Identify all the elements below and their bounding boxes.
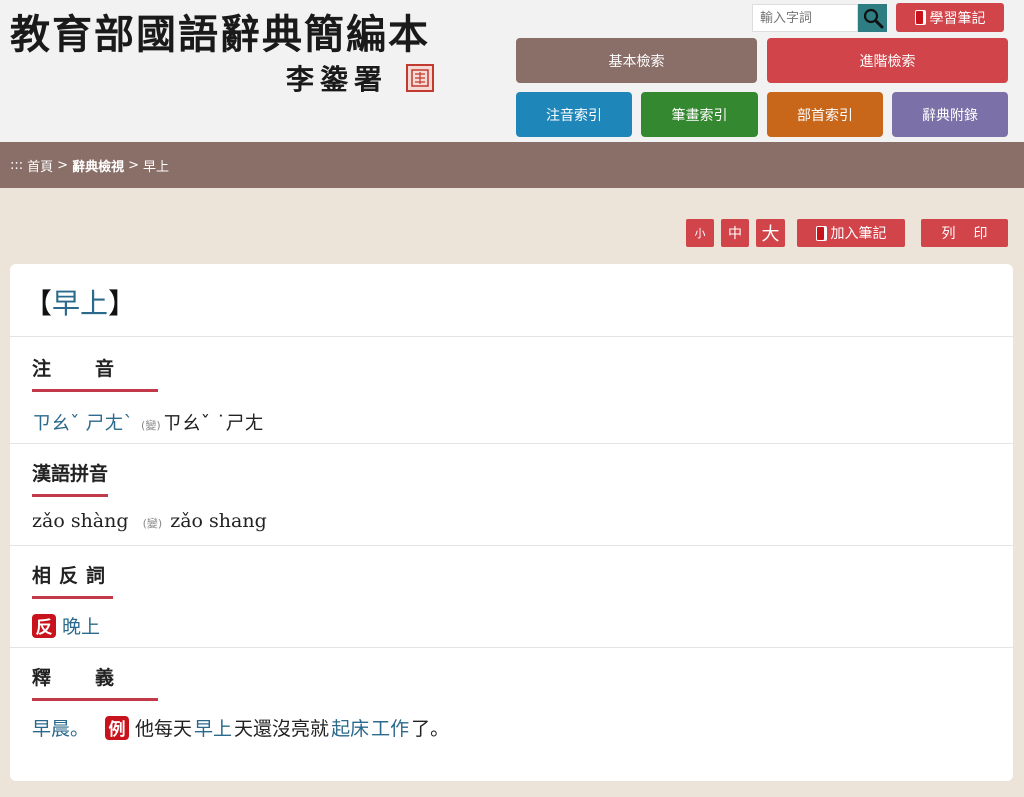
divider (10, 545, 1013, 546)
divider (10, 647, 1013, 648)
study-notes-label: 學習筆記 (929, 10, 986, 27)
antonym-link[interactable]: 晚上 (62, 612, 100, 639)
breadcrumb-dictionary-view-link[interactable]: 辭典檢視 (72, 156, 124, 175)
breadcrumb-separator: > (128, 157, 139, 173)
antonym-section-label: 相反詞 (32, 561, 114, 599)
bracket-open: 【 (24, 287, 53, 320)
radical-index-button[interactable]: 部首索引 (767, 92, 883, 137)
site-header: 教育部國語辭典簡編本 李鍌署 學習筆記 基本檢索 進階檢索 注音索引 筆畫索引 … (0, 0, 1024, 142)
variant-mark: (變) (141, 419, 161, 432)
font-size-medium-button[interactable]: 中 (721, 219, 749, 247)
seal-stamp-icon (406, 64, 434, 92)
zhuyin-index-button[interactable]: 注音索引 (516, 92, 632, 137)
definition-value: 早晨。 例 他每天 早上 天還沒亮就 起床 工作 了。 (32, 714, 449, 741)
add-note-button[interactable]: 加入筆記 (797, 219, 905, 247)
pinyin-value: zǎo shàng (變) zǎo shang (32, 510, 267, 532)
example-tag: 例 (105, 715, 130, 740)
example-text-part: 他每天 (135, 718, 193, 740)
pinyin-primary: zǎo shàng (32, 510, 129, 532)
stroke-index-button[interactable]: 筆畫索引 (641, 92, 758, 137)
variant-mark: (變) (142, 517, 163, 530)
example-link-qichuang[interactable]: 起床 (331, 714, 369, 741)
entry-word: 早上 (52, 287, 109, 320)
antonym-tag: 反 (32, 613, 56, 638)
entry-card: 【早上】 注音 ㄗㄠˇ ㄕㄤˋ (變) ㄗㄠˇ ˙ㄕㄤ 漢語拼音 zǎo shà… (10, 264, 1013, 781)
example-text-part: 了。 (411, 718, 450, 740)
antonym-value: 反 晚上 (32, 612, 100, 639)
magnifier-icon (863, 8, 883, 29)
font-size-small-button[interactable]: 小 (686, 219, 714, 247)
breadcrumb: ::: 首頁 > 辭典檢視 > 早上 (0, 142, 1024, 188)
notebook-icon (815, 225, 827, 241)
search-button[interactable] (858, 4, 887, 32)
pinyin-variant: zǎo shang (170, 510, 267, 532)
example-link-zaoshang[interactable]: 早上 (194, 714, 232, 741)
appendix-button[interactable]: 辭典附錄 (892, 92, 1008, 137)
advanced-search-button[interactable]: 進階檢索 (767, 38, 1008, 83)
bracket-close: 】 (108, 287, 137, 320)
notebook-icon (914, 10, 926, 25)
add-note-label: 加入筆記 (830, 226, 887, 242)
site-title[interactable]: 教育部國語辭典簡編本 (10, 2, 430, 60)
print-button[interactable]: 列印 (921, 219, 1008, 247)
study-notes-button[interactable]: 學習筆記 (896, 3, 1004, 32)
search-input[interactable] (752, 4, 858, 32)
breadcrumb-home-link[interactable]: 首頁 (27, 156, 53, 175)
example-link-gongzuo[interactable]: 工作 (371, 714, 409, 741)
zhuyin-section-label: 注音 (32, 354, 159, 392)
pinyin-section-label: 漢語拼音 (32, 459, 109, 497)
definition-text[interactable]: 早晨。 (32, 714, 89, 741)
breadcrumb-prefix: ::: (10, 157, 24, 173)
divider (10, 443, 1013, 444)
example-text-part: 天還沒亮就 (234, 718, 330, 740)
breadcrumb-separator: > (57, 157, 69, 173)
definition-section-label: 釋義 (32, 663, 159, 701)
calligraphy-signature: 李鍌署 (286, 63, 389, 96)
basic-search-button[interactable]: 基本檢索 (516, 38, 757, 83)
zhuyin-value: ㄗㄠˇ ㄕㄤˋ (變) ㄗㄠˇ ˙ㄕㄤ (32, 408, 264, 435)
entry-title: 【早上】 (24, 282, 136, 322)
font-size-large-button[interactable]: 大 (756, 219, 785, 247)
breadcrumb-current: 早上 (142, 159, 169, 175)
zhuyin-variant: ㄗㄠˇ ˙ㄕㄤ (162, 412, 264, 434)
zhuyin-primary[interactable]: ㄗㄠˇ ㄕㄤˋ (32, 408, 133, 435)
divider (10, 336, 1013, 337)
